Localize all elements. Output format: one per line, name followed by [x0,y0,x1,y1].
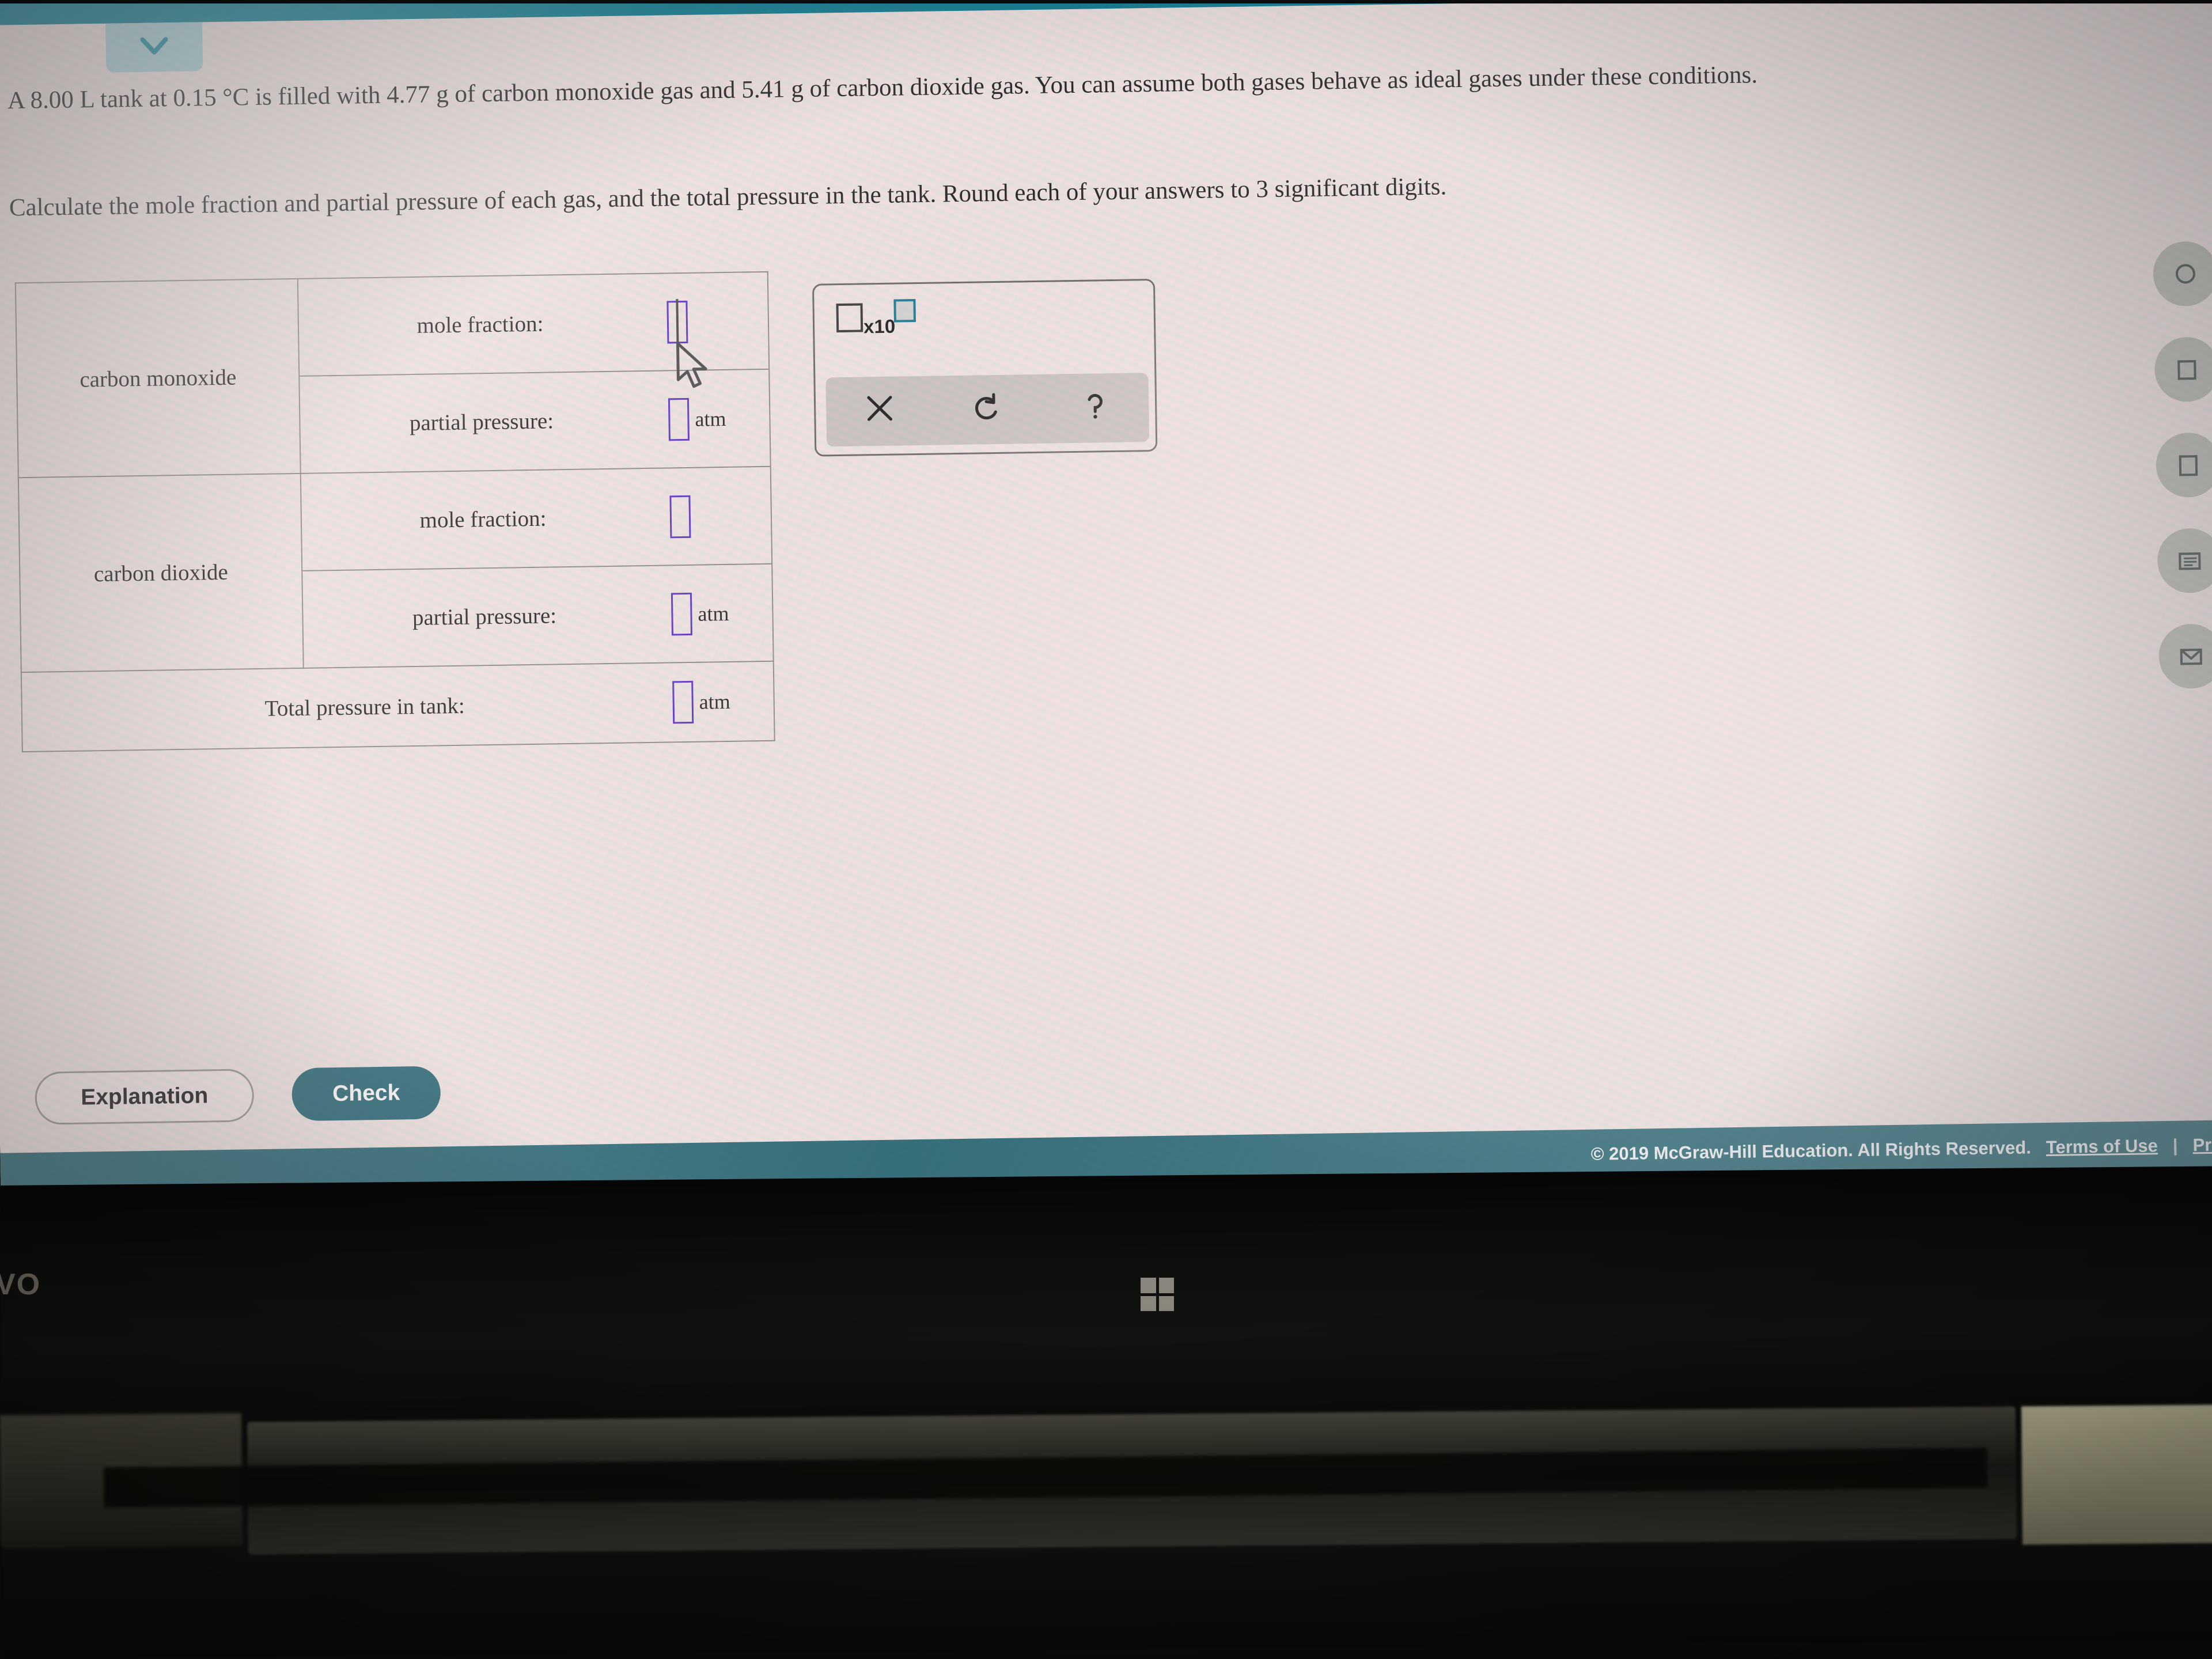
rail-button-3[interactable] [2156,432,2212,498]
close-icon [867,396,893,421]
unit-label: atm [695,407,726,431]
windows-logo-icon [1141,1278,1174,1311]
answer-table: carbon monoxide mole fraction: partial p… [14,271,775,753]
total-pressure-input[interactable] [672,680,694,724]
scientific-notation-panel: x10 [812,278,1158,457]
field-label: partial pressure: [409,408,554,436]
envelope-icon [2180,648,2203,665]
browser-viewport: Calculating partial pressure in a gas mi… [0,0,2212,1202]
question-mark-icon [1088,393,1103,419]
field-row-partial-pressure: partial pressure: atm [302,564,772,668]
explanation-button[interactable]: Explanation [35,1069,255,1125]
x10-label: x10 [863,315,896,338]
undo-icon [975,393,997,420]
mole-fraction-input-co[interactable] [666,298,688,350]
square-outline-icon [2177,360,2196,380]
floating-tool-rail [2153,241,2212,690]
copyright-text: © 2019 McGraw-Hill Education. All Rights… [1590,1137,2032,1164]
keyboard-deck-right [2021,1404,2212,1545]
privacy-link[interactable]: Priva [2192,1134,2212,1156]
question-paragraph-2: Calculate the mole fraction and partial … [9,173,1447,222]
terms-of-use-link[interactable]: Terms of Use [2046,1135,2158,1158]
action-bar: Explanation Check [0,1035,2212,1138]
field-label: partial pressure: [412,603,557,631]
gas-name-cell: carbon monoxide [15,278,301,478]
fields-cell: mole fraction: partial pressure: atm [300,466,774,668]
app-header-bar: Calculating partial pressure in a gas mi… [0,0,2212,25]
rail-button-1[interactable] [2153,241,2212,307]
unit-label: atm [699,690,730,714]
table-row-total: Total pressure in tank: atm [21,661,775,752]
footer-separator: | [2172,1135,2178,1156]
field-label: mole fraction: [419,506,547,533]
total-pressure-cell: Total pressure in tank: atm [21,661,775,752]
rail-button-4[interactable] [2157,528,2212,594]
laptop-photo: Calculating partial pressure in a gas mi… [0,0,2212,1659]
gas-name-cell: carbon dioxide [18,473,304,673]
collapse-panel-tab[interactable] [105,22,203,73]
rail-button-2[interactable] [2154,336,2212,403]
exponent-template-widget[interactable]: x10 [836,299,916,338]
mantissa-box[interactable] [836,303,863,333]
lines-document-icon [2179,552,2201,570]
circle-icon [2175,264,2195,284]
field-row-mole-fraction: mole fraction: [301,467,772,571]
clear-button[interactable] [863,392,897,431]
undo-button[interactable] [971,390,1005,430]
panel-button-group [825,373,1150,447]
help-button[interactable] [1078,388,1112,428]
screen-bezel-top [0,0,2212,3]
question-paragraph-1: A 8.00 L tank at 0.15 °C is filled with … [7,61,1758,115]
rail-button-5[interactable] [2158,623,2212,690]
chevron-down-icon [139,35,169,60]
table-row: carbon monoxide mole fraction: partial p… [15,271,771,478]
square-outline-icon-2 [2179,455,2198,476]
total-pressure-label: Total pressure in tank: [264,693,465,721]
exponent-box[interactable] [893,299,916,323]
mole-fraction-input-co2[interactable] [669,495,691,538]
partial-pressure-input-co2[interactable] [671,592,692,635]
table-row: carbon dioxide mole fraction: partial pr… [18,466,774,673]
check-button[interactable]: Check [291,1066,441,1122]
laptop-screen-region: Calculating partial pressure in a gas mi… [0,0,2212,1202]
mouse-cursor-icon [675,341,711,395]
partial-pressure-input-co[interactable] [668,397,690,441]
unit-label: atm [698,601,729,626]
field-label: mole fraction: [416,311,544,338]
brand-logo: VO [0,1268,41,1301]
